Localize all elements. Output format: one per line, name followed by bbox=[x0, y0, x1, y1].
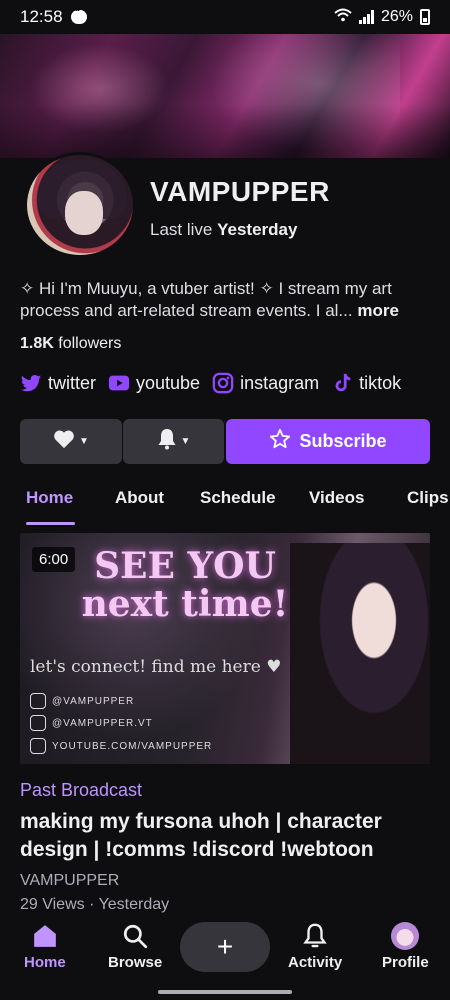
video-duration: 6:00 bbox=[32, 547, 76, 572]
active-tab-indicator bbox=[26, 522, 75, 525]
thumbnail-title: SEE YOU next time! bbox=[81, 545, 289, 625]
nav-browse[interactable]: Browse bbox=[108, 922, 162, 971]
last-live: Last live Yesterday bbox=[150, 220, 297, 240]
last-live-label: Last live bbox=[150, 220, 213, 239]
nav-browse-label: Browse bbox=[108, 954, 163, 971]
social-links: twitter youtube instagram tiktok bbox=[20, 372, 401, 394]
tab-about[interactable]: About bbox=[115, 488, 164, 508]
followers-number: 1.8K bbox=[20, 335, 54, 352]
social-label: twitter bbox=[48, 372, 97, 393]
video-title[interactable]: making my fursona uhoh | character desig… bbox=[20, 808, 430, 864]
status-time: 12:58 bbox=[20, 7, 63, 26]
video-channel[interactable]: VAMPUPPER bbox=[20, 872, 119, 890]
channel-name: VAMPUPPER bbox=[150, 176, 330, 207]
channel-banner bbox=[0, 34, 450, 158]
last-live-value: Yesterday bbox=[217, 220, 298, 239]
nav-activity-label: Activity bbox=[288, 954, 343, 971]
social-link-twitter[interactable]: twitter bbox=[20, 372, 96, 394]
video-meta: 29 Views · Yesterday bbox=[20, 896, 170, 913]
channel-bio: ✧ Hi I'm Muuyu, a vtuber artist! ✧ I str… bbox=[20, 278, 432, 322]
nav-home[interactable]: Home bbox=[24, 922, 66, 971]
bio-more-link[interactable]: more bbox=[357, 301, 399, 320]
youtube-icon bbox=[30, 738, 46, 754]
create-button[interactable]: + bbox=[180, 922, 270, 972]
tiktok-icon bbox=[331, 372, 353, 394]
search-icon bbox=[121, 922, 149, 950]
gesture-handle bbox=[158, 990, 292, 994]
youtube-icon bbox=[108, 372, 130, 394]
tab-home[interactable]: Home bbox=[26, 488, 73, 508]
notifications-button[interactable]: ▼ bbox=[123, 419, 224, 464]
plus-icon: + bbox=[216, 931, 234, 962]
bell-icon bbox=[301, 922, 329, 950]
star-icon bbox=[269, 428, 291, 455]
bell-icon bbox=[157, 428, 177, 455]
social-label: instagram bbox=[240, 372, 320, 393]
instagram-icon bbox=[212, 372, 234, 394]
message-notification-icon bbox=[70, 5, 87, 24]
subscribe-button[interactable]: Subscribe bbox=[226, 419, 430, 464]
follow-button[interactable]: ▼ bbox=[20, 419, 122, 464]
status-bar: 12:58 26% bbox=[0, 0, 450, 34]
nav-home-label: Home bbox=[24, 954, 66, 971]
tab-clips[interactable]: Clips bbox=[407, 488, 449, 508]
channel-tabs: Home About Schedule Videos Clips bbox=[0, 484, 450, 526]
social-link-instagram[interactable]: instagram bbox=[212, 372, 319, 394]
profile-avatar bbox=[391, 922, 420, 950]
video-kind: Past Broadcast bbox=[20, 780, 143, 800]
video-thumbnail[interactable]: SEE YOU next time! let's connect! find m… bbox=[20, 533, 430, 764]
social-label: tiktok bbox=[359, 372, 402, 393]
nav-profile[interactable]: Profile bbox=[382, 922, 429, 971]
followers-count: 1.8K followers bbox=[20, 335, 121, 353]
thumbnail-link: YOUTUBE.COM/VAMPUPPER bbox=[30, 738, 212, 754]
social-link-tiktok[interactable]: tiktok bbox=[331, 372, 401, 394]
followers-label: followers bbox=[58, 335, 122, 352]
bio-text: ✧ Hi I'm Muuyu, a vtuber artist! ✧ I str… bbox=[20, 279, 392, 320]
nav-activity[interactable]: Activity bbox=[288, 922, 342, 971]
subscribe-label: Subscribe bbox=[299, 431, 387, 451]
battery-percent: 26% bbox=[380, 8, 413, 25]
instagram-icon bbox=[30, 715, 46, 731]
signal-icon bbox=[358, 10, 374, 24]
thumbnail-subtitle: let's connect! find me here ♥ bbox=[30, 657, 282, 677]
thumbnail-link: @VAMPUPPER.VT bbox=[30, 715, 153, 731]
chevron-down-icon: ▼ bbox=[180, 436, 191, 447]
wifi-icon bbox=[334, 8, 352, 27]
home-icon bbox=[31, 922, 59, 950]
twitter-icon bbox=[30, 693, 46, 709]
social-label: youtube bbox=[136, 372, 201, 393]
thumbnail-link: @VAMPUPPER bbox=[30, 693, 134, 709]
tab-videos[interactable]: Videos bbox=[309, 488, 364, 508]
social-link-youtube[interactable]: youtube bbox=[108, 372, 200, 394]
chevron-down-icon: ▼ bbox=[79, 436, 89, 447]
battery-icon bbox=[420, 9, 430, 25]
twitter-icon bbox=[20, 372, 42, 394]
channel-avatar[interactable] bbox=[24, 152, 136, 258]
bottom-nav: Home Browse + Activity Profile bbox=[0, 916, 450, 1000]
tab-schedule[interactable]: Schedule bbox=[200, 488, 276, 508]
heart-icon bbox=[53, 429, 75, 454]
nav-profile-label: Profile bbox=[382, 954, 429, 971]
